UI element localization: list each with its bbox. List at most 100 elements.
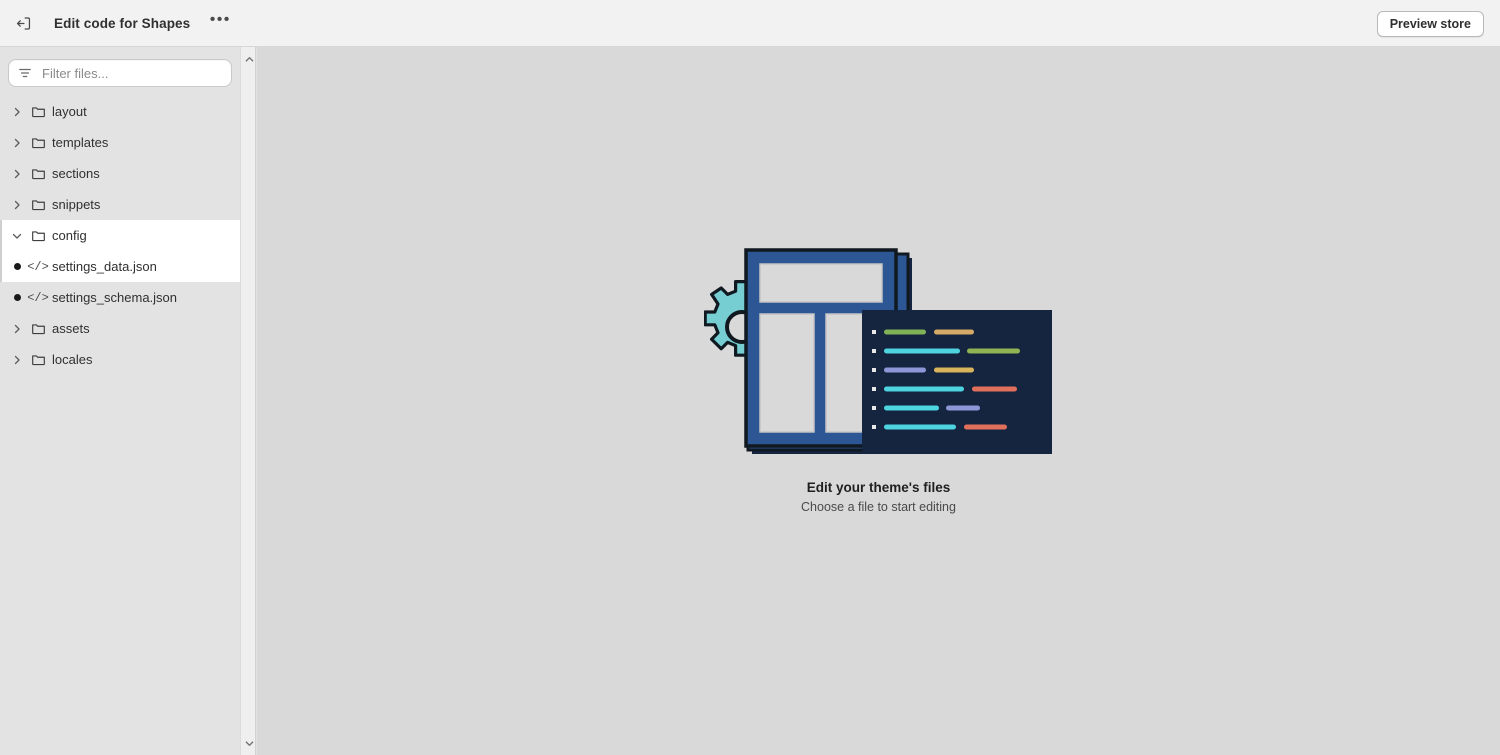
folder-icon-wrap xyxy=(26,197,50,212)
disclosure-toggle[interactable] xyxy=(8,138,26,148)
file-tree: layout templates sections snippets config </>… xyxy=(0,96,240,375)
folder-icon-wrap xyxy=(26,228,50,243)
tree-folder-config[interactable]: config xyxy=(0,220,240,251)
code-line-bar xyxy=(945,405,980,411)
chevron-right-icon xyxy=(14,324,20,333)
dot xyxy=(871,448,874,452)
code-line-bullet xyxy=(871,406,876,410)
tree-folder-assets[interactable]: assets xyxy=(0,313,240,344)
folder-icon xyxy=(31,200,45,211)
folder-icon-wrap xyxy=(26,104,50,119)
dot xyxy=(1026,448,1029,452)
disclosure-toggle[interactable] xyxy=(8,200,26,210)
dot xyxy=(901,448,904,452)
dot xyxy=(861,448,864,452)
dot xyxy=(966,448,969,452)
tree-file-settings-schema-json[interactable]: </> settings_schema.json xyxy=(0,282,240,313)
code-line-bar xyxy=(966,348,1020,354)
tree-file-settings-data-json[interactable]: </> settings_data.json xyxy=(0,251,240,282)
folder-icon-wrap xyxy=(26,352,50,367)
scroll-up-button[interactable] xyxy=(241,51,257,67)
code-line-bullet xyxy=(871,425,876,429)
dot xyxy=(941,448,944,452)
dot xyxy=(911,448,914,452)
dot xyxy=(921,448,924,452)
page-title: Edit code for Shapes xyxy=(54,15,191,31)
illustration-svg xyxy=(703,248,1052,454)
tree-folder-sections[interactable]: sections xyxy=(0,158,240,189)
tree-folder-locales[interactable]: locales xyxy=(0,344,240,375)
filter-files-box[interactable] xyxy=(8,59,232,87)
chevron-right-icon xyxy=(14,355,20,364)
tree-folder-snippets[interactable]: snippets xyxy=(0,189,240,220)
disclosure-toggle[interactable] xyxy=(8,107,26,117)
dot xyxy=(881,448,884,452)
dot xyxy=(876,448,879,452)
disclosure-toggle[interactable] xyxy=(8,231,26,241)
code-line-bar xyxy=(971,386,1017,392)
dot xyxy=(916,448,919,452)
code-line-bar xyxy=(883,329,926,335)
dot xyxy=(866,448,869,452)
dot xyxy=(946,448,949,452)
disclosure-toggle[interactable] xyxy=(8,169,26,179)
disclosure-toggle[interactable] xyxy=(8,324,26,334)
folder-icon-wrap xyxy=(26,135,50,150)
dot xyxy=(926,448,929,452)
dot xyxy=(996,448,999,452)
dot xyxy=(1031,448,1034,452)
dot xyxy=(891,448,894,452)
empty-state-title: Edit your theme's files xyxy=(806,480,951,495)
code-line-bar xyxy=(883,424,956,430)
exit-icon xyxy=(16,16,30,30)
folder-icon xyxy=(31,138,45,149)
folder-icon xyxy=(31,107,45,118)
code-line-bar xyxy=(883,405,939,411)
tree-item-label: locales xyxy=(52,352,93,367)
preview-store-button[interactable]: Preview store xyxy=(1376,11,1484,37)
folder-icon-wrap xyxy=(26,321,50,336)
code-line-bullet xyxy=(871,330,876,334)
tree-item-label: assets xyxy=(52,321,90,336)
more-actions-button[interactable]: ••• xyxy=(206,9,234,37)
code-line-bar xyxy=(883,367,926,373)
chevron-down-icon xyxy=(12,233,22,239)
file-tree-sidebar: layout templates sections snippets config </>… xyxy=(0,47,240,755)
tree-item-label: snippets xyxy=(52,197,101,212)
dot xyxy=(1041,448,1044,452)
tree-folder-layout[interactable]: layout xyxy=(0,96,240,127)
tree-folder-templates[interactable]: templates xyxy=(0,127,240,158)
tree-item-label: sections xyxy=(52,166,100,181)
dot xyxy=(906,448,909,452)
top-bar: Edit code for Shapes ••• Preview store xyxy=(0,0,1500,47)
scroll-down-button[interactable] xyxy=(241,735,257,751)
folder-icon xyxy=(31,355,45,366)
code-line-bullet xyxy=(871,349,876,353)
code-line-bullet xyxy=(871,387,876,391)
chevron-down-icon xyxy=(245,740,253,746)
dot xyxy=(951,448,954,452)
dot xyxy=(896,448,899,452)
dot xyxy=(1021,448,1024,452)
unsaved-changes-dot xyxy=(8,263,26,270)
dot xyxy=(1016,448,1019,452)
folder-icon-wrap xyxy=(26,166,50,181)
dot xyxy=(1036,448,1039,452)
tree-item-label: settings_data.json xyxy=(52,259,157,274)
filter-files-input[interactable] xyxy=(40,64,222,82)
code-file-icon: </> xyxy=(27,290,49,305)
disclosure-toggle[interactable] xyxy=(8,355,26,365)
code-line-bar xyxy=(883,386,964,392)
sidebar-scrollbar[interactable] xyxy=(240,47,256,755)
code-line-bar xyxy=(883,348,960,354)
code-file-icon: </> xyxy=(27,259,49,274)
dot xyxy=(886,448,889,452)
unsaved-changes-dot xyxy=(8,294,26,301)
empty-state-subtitle: Choose a file to start editing xyxy=(801,500,956,514)
tree-item-label: layout xyxy=(52,104,87,119)
folder-icon xyxy=(31,169,45,180)
folder-icon xyxy=(31,231,45,242)
dot xyxy=(1011,448,1014,452)
dot xyxy=(931,448,934,452)
exit-editor-button[interactable] xyxy=(8,8,38,38)
